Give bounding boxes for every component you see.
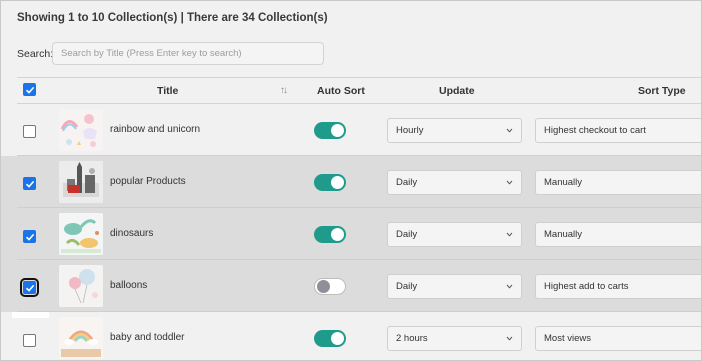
update-column-header: Update — [439, 85, 475, 97]
sort-type-select[interactable]: Highest checkout to cart — [535, 118, 701, 143]
collection-title[interactable]: popular Products — [110, 176, 186, 187]
update-select-value: Daily — [396, 281, 418, 292]
collection-title[interactable]: rainbow and unicorn — [110, 124, 200, 135]
toggle-knob — [331, 228, 344, 241]
chevron-down-icon — [506, 232, 513, 237]
dinosaur-decal-image — [59, 213, 103, 255]
collection-thumbnail — [59, 161, 103, 203]
sort-type-select-value: Highest add to carts — [544, 281, 629, 292]
unicorn-decal-image — [59, 109, 103, 151]
search-label: Search: — [17, 48, 54, 60]
london-decal-image — [59, 161, 103, 203]
checkmark-icon — [25, 284, 34, 292]
update-select[interactable]: Daily — [387, 274, 522, 299]
update-select[interactable]: 2 hours — [387, 326, 522, 351]
row-checkbox[interactable] — [20, 278, 39, 297]
update-select-value: 2 hours — [396, 333, 428, 344]
table-row[interactable]: rainbow and unicorn Hourly Highest check… — [1, 104, 701, 156]
update-select[interactable]: Daily — [387, 170, 522, 195]
sort-type-column-header: Sort Type — [638, 85, 686, 97]
update-select-value: Daily — [396, 177, 418, 188]
table-row[interactable]: balloons Daily Highest add to carts — [1, 260, 701, 312]
checkmark-icon — [25, 233, 34, 241]
collection-title[interactable]: balloons — [110, 280, 147, 291]
sort-type-select-value: Manually — [544, 229, 583, 240]
table-header: Title ↑↓ Auto Sort Update Sort Type — [1, 77, 701, 103]
collection-thumbnail — [59, 213, 103, 255]
chevron-down-icon — [506, 284, 513, 289]
table-row[interactable]: baby and toddler 2 hours Most views — [1, 312, 701, 360]
chevron-down-icon — [506, 128, 513, 133]
collection-thumbnail — [59, 109, 103, 151]
rainbow-decal-image — [59, 317, 103, 359]
table-row[interactable]: popular Products Daily Manually — [1, 156, 701, 208]
checkmark-icon — [25, 86, 34, 94]
sort-type-select-value: Highest checkout to cart — [544, 125, 646, 136]
update-select-value: Daily — [396, 229, 418, 240]
title-column-header[interactable]: Title — [157, 85, 178, 97]
collection-count-summary: Showing 1 to 10 Collection(s) | There ar… — [17, 12, 328, 24]
sort-type-select-value: Most views — [544, 333, 591, 344]
auto-sort-toggle[interactable] — [314, 330, 346, 347]
select-all-checkbox[interactable] — [23, 83, 36, 96]
update-select-value: Hourly — [396, 125, 424, 136]
auto-sort-toggle[interactable] — [314, 174, 346, 191]
toggle-knob — [331, 124, 344, 137]
sort-arrows-icon[interactable]: ↑↓ — [280, 85, 288, 96]
sort-type-select[interactable]: Manually — [535, 222, 701, 247]
sort-type-select[interactable]: Highest add to carts — [535, 274, 701, 299]
auto-sort-toggle[interactable] — [314, 226, 346, 243]
update-select[interactable]: Daily — [387, 222, 522, 247]
search-input[interactable] — [52, 42, 324, 65]
toggle-knob — [331, 332, 344, 345]
collections-panel: Showing 1 to 10 Collection(s) | There ar… — [0, 0, 702, 361]
auto-sort-toggle[interactable] — [314, 278, 346, 295]
collection-title[interactable]: dinosaurs — [110, 228, 153, 239]
chevron-down-icon — [506, 336, 513, 341]
row-checkbox[interactable] — [23, 177, 36, 190]
collection-title[interactable]: baby and toddler — [110, 332, 185, 343]
row-checkbox[interactable] — [23, 334, 36, 347]
balloon-decal-image — [59, 265, 103, 307]
row-checkbox[interactable] — [23, 230, 36, 243]
auto-sort-column-header: Auto Sort — [317, 85, 365, 97]
update-select[interactable]: Hourly — [387, 118, 522, 143]
checkmark-icon — [25, 180, 34, 188]
collection-thumbnail — [59, 317, 103, 359]
toggle-knob — [331, 176, 344, 189]
auto-sort-toggle[interactable] — [314, 122, 346, 139]
sort-type-select[interactable]: Most views — [535, 326, 701, 351]
sort-type-select-value: Manually — [544, 177, 583, 188]
chevron-down-icon — [506, 180, 513, 185]
sort-type-select[interactable]: Manually — [535, 170, 701, 195]
row-checkbox[interactable] — [23, 125, 36, 138]
table-row[interactable]: dinosaurs Daily Manually — [1, 208, 701, 260]
toggle-knob — [317, 280, 330, 293]
collection-thumbnail — [59, 265, 103, 307]
